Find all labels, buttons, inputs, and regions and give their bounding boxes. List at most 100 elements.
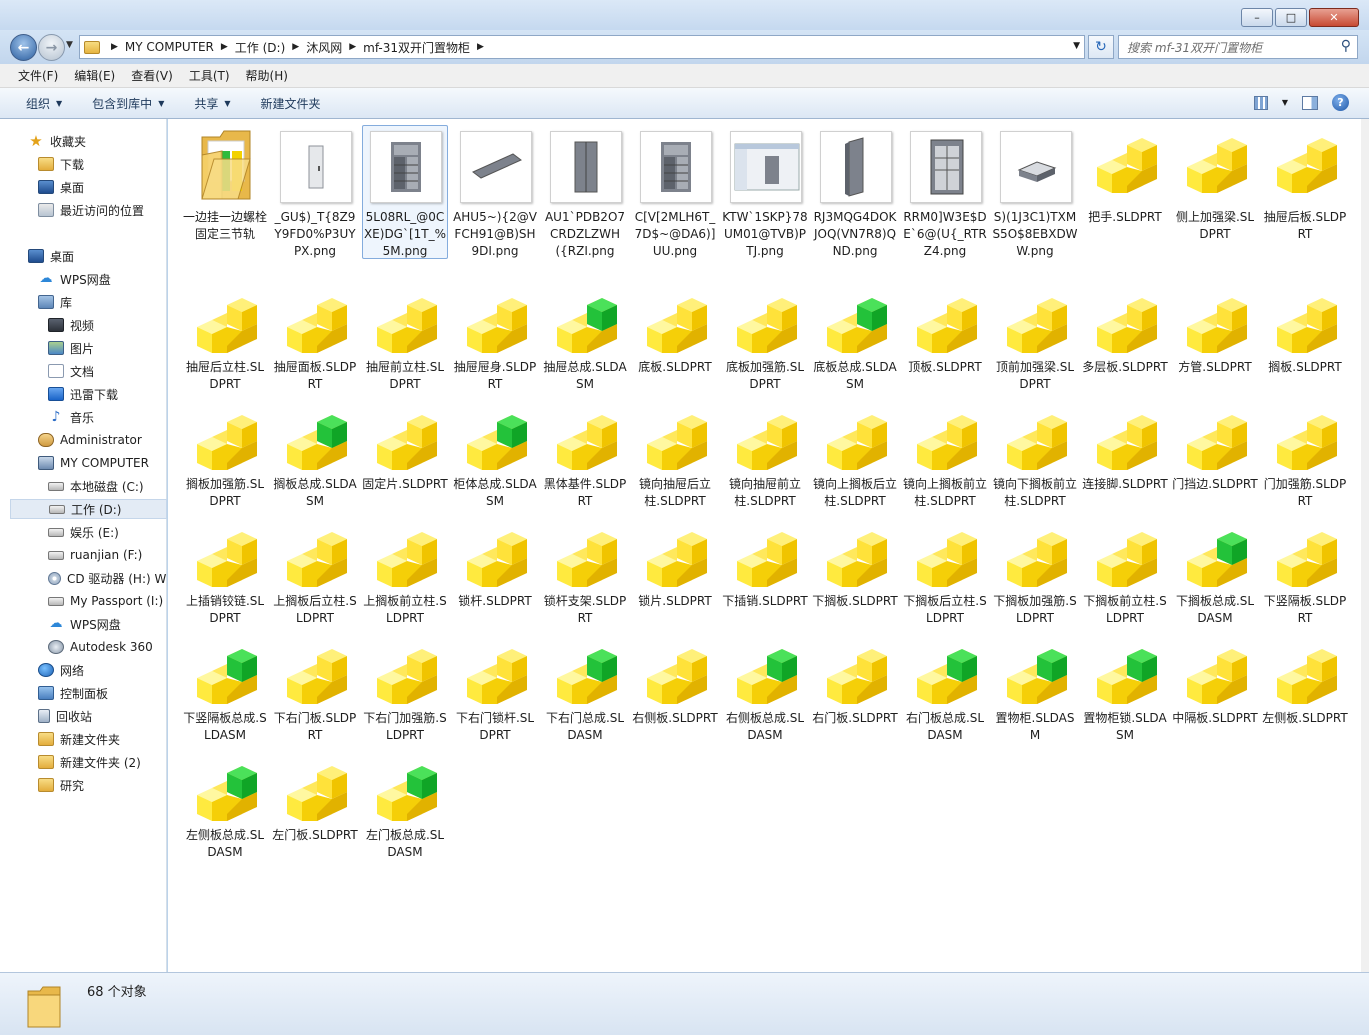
file-item[interactable]: 左侧板总成.SLDASM — [180, 755, 270, 861]
share-button[interactable]: 共享 ▼ — [194, 95, 230, 112]
file-item[interactable]: 下竖隔板.SLDPRT — [1260, 521, 1350, 627]
file-item[interactable]: 黑体基件.SLDPRT — [540, 404, 630, 510]
file-item[interactable]: 下搁板前立柱.SLDPRT — [1080, 521, 1170, 627]
breadcrumb-item[interactable]: 工作 (D:) ▶ — [235, 39, 306, 56]
file-item[interactable]: 锁片.SLDPRT — [630, 521, 720, 610]
view-options-dropdown[interactable]: ▼ — [1282, 98, 1288, 107]
search-icon[interactable]: ⚲ — [1341, 38, 1351, 54]
file-item[interactable]: 抽屉屉身.SLDPRT — [450, 287, 540, 393]
folder-item[interactable]: 一边挂一边螺栓固定三节轨 — [180, 127, 270, 243]
nav-item[interactable]: 研究 — [28, 775, 167, 795]
close-button[interactable]: ✕ — [1309, 8, 1359, 27]
file-item[interactable]: S)(1J3C1)TXMS5O$8EBXDWW.png — [990, 127, 1080, 260]
file-item[interactable]: 右侧板总成.SLDASM — [720, 638, 810, 744]
breadcrumb-chevron-icon[interactable]: ▶ — [221, 42, 228, 52]
file-item[interactable]: C[V[2MLH6T_7D$~@DA6)]UU.png — [630, 127, 720, 260]
file-item[interactable]: 多层板.SLDPRT — [1080, 287, 1170, 376]
file-item[interactable]: 置物柜.SLDASM — [990, 638, 1080, 744]
file-item[interactable]: 侧上加强梁.SLDPRT — [1170, 127, 1260, 243]
breadcrumb-chevron-icon[interactable]: ▶ — [111, 42, 118, 52]
file-item[interactable]: 把手.SLDPRT — [1080, 127, 1170, 226]
nav-item[interactable]: CD 驱动器 (H:) W — [38, 568, 167, 588]
nav-item[interactable]: 桌面 — [28, 177, 167, 197]
breadcrumb-item[interactable]: mf-31双开门置物柜 ▶ — [363, 39, 491, 56]
file-item[interactable]: 顶前加强梁.SLDPRT — [990, 287, 1080, 393]
file-item[interactable]: 底板加强筋.SLDPRT — [720, 287, 810, 393]
menu-help[interactable]: 帮助(H) — [246, 67, 288, 84]
help-icon[interactable]: ? — [1332, 94, 1349, 111]
file-item[interactable]: 上插销铰链.SLDPRT — [180, 521, 270, 627]
change-view-icon[interactable] — [1253, 95, 1268, 110]
file-item[interactable]: KTW`1SKP}78UM01@TVB)PTJ.png — [720, 127, 810, 260]
refresh-button[interactable]: ↻ — [1088, 35, 1114, 59]
preview-pane-icon[interactable] — [1302, 95, 1318, 110]
file-item[interactable]: AU1`PDB2O7CRDZLZWH({RZI.png — [540, 127, 630, 260]
nav-item[interactable]: 桌面 — [18, 246, 167, 266]
file-item[interactable]: 中隔板.SLDPRT — [1170, 638, 1260, 727]
vertical-scrollbar[interactable] — [1361, 119, 1369, 972]
file-item[interactable]: 下右门总成.SLDASM — [540, 638, 630, 744]
nav-item[interactable]: Autodesk 360 — [38, 637, 167, 657]
breadcrumb-chevron-icon[interactable]: ▶ — [349, 42, 356, 52]
file-item[interactable]: 左侧板.SLDPRT — [1260, 638, 1350, 727]
search-input[interactable]: 搜索 mf-31双开门置物柜 ⚲ — [1118, 35, 1358, 59]
file-item[interactable]: 锁杆支架.SLDPRT — [540, 521, 630, 627]
nav-item[interactable]: ♪ 音乐 — [38, 407, 167, 427]
breadcrumb-chevron-icon[interactable]: ▶ — [292, 42, 299, 52]
breadcrumb-item[interactable]: MY COMPUTER ▶ — [125, 40, 235, 54]
file-item[interactable]: 下插销.SLDPRT — [720, 521, 810, 610]
file-item[interactable]: 底板总成.SLDASM — [810, 287, 900, 393]
nav-item[interactable]: 控制面板 — [28, 683, 167, 703]
breadcrumb-item[interactable]: 沐风网 ▶ — [306, 39, 363, 56]
file-item[interactable]: 镜向上搁板前立柱.SLDPRT — [900, 404, 990, 510]
file-item[interactable]: 方管.SLDPRT — [1170, 287, 1260, 376]
file-item[interactable]: 底板.SLDPRT — [630, 287, 720, 376]
nav-item[interactable]: 文档 — [38, 361, 167, 381]
file-item[interactable]: 上搁板后立柱.SLDPRT — [270, 521, 360, 627]
recent-pages-dropdown[interactable]: ▼ — [66, 40, 73, 50]
nav-item[interactable]: ☁ WPS网盘 — [38, 614, 167, 634]
file-item[interactable]: 置物柜锁.SLDASM — [1080, 638, 1170, 744]
menu-edit[interactable]: 编辑(E) — [74, 67, 115, 84]
nav-item[interactable]: 娱乐 (E:) — [38, 522, 167, 542]
nav-item[interactable]: Administrator — [28, 430, 167, 450]
file-item[interactable]: 抽屉后板.SLDPRT — [1260, 127, 1350, 243]
file-item[interactable]: 右门板.SLDPRT — [810, 638, 900, 727]
nav-item[interactable]: 下载 — [28, 154, 167, 174]
file-item[interactable]: 镜向抽屉前立柱.SLDPRT — [720, 404, 810, 510]
nav-item[interactable]: 迅雷下载 — [38, 384, 167, 404]
nav-item[interactable]: My Passport (I:) — [38, 591, 167, 611]
file-item[interactable]: 下右门加强筋.SLDPRT — [360, 638, 450, 744]
file-item[interactable]: _GU$)_T{8Z9Y9FD0%P3UYPX.png — [270, 127, 360, 260]
nav-item[interactable]: ruanjian (F:) — [38, 545, 167, 565]
address-history-dropdown[interactable]: ▼ — [1073, 41, 1080, 51]
nav-item[interactable]: 图片 — [38, 338, 167, 358]
breadcrumb-chevron-icon[interactable]: ▶ — [477, 42, 484, 52]
file-item[interactable]: 镜向上搁板后立柱.SLDPRT — [810, 404, 900, 510]
nav-item[interactable]: 本地磁盘 (C:) — [38, 476, 167, 496]
file-item[interactable]: 门挡边.SLDPRT — [1170, 404, 1260, 493]
nav-item[interactable]: 新建文件夹 — [28, 729, 167, 749]
nav-item[interactable]: MY COMPUTER — [28, 453, 167, 473]
file-item[interactable]: 左门板总成.SLDASM — [360, 755, 450, 861]
file-item[interactable]: 固定片.SLDPRT — [360, 404, 450, 493]
file-item[interactable]: 下搁板加强筋.SLDPRT — [990, 521, 1080, 627]
file-item[interactable]: 柜体总成.SLDASM — [450, 404, 540, 510]
file-item[interactable]: 抽屉后立柱.SLDPRT — [180, 287, 270, 393]
address-bar[interactable]: ▶ MY COMPUTER ▶ 工作 (D:) ▶ 沐风网 ▶ mf-31双开门置物柜… — [79, 35, 1085, 59]
nav-item[interactable]: 工作 (D:) — [10, 499, 167, 519]
file-item[interactable]: 顶板.SLDPRT — [900, 287, 990, 376]
nav-item[interactable]: 新建文件夹 (2) — [28, 752, 167, 772]
file-item[interactable]: 连接脚.SLDPRT — [1080, 404, 1170, 493]
file-item[interactable]: RRM0]W3E$DE`6@(U{_RTRZ4.png — [900, 127, 990, 260]
file-item[interactable]: 右门板总成.SLDASM — [900, 638, 990, 744]
file-item[interactable]: RJ3MQG4DOKJOQ(VN7R8)QND.png — [810, 127, 900, 260]
menu-tools[interactable]: 工具(T) — [189, 67, 230, 84]
file-item[interactable]: 搁板总成.SLDASM — [270, 404, 360, 510]
file-item[interactable]: 上搁板前立柱.SLDPRT — [360, 521, 450, 627]
file-item[interactable]: 锁杆.SLDPRT — [450, 521, 540, 610]
file-item[interactable]: 下搁板后立柱.SLDPRT — [900, 521, 990, 627]
file-item[interactable]: AHU5~){2@VFCH91@B)SH9DI.png — [450, 127, 540, 260]
file-item[interactable]: 5L08RL_@0CXE)DG`[1T_%5M.png — [360, 127, 450, 260]
nav-item[interactable]: ☁ WPS网盘 — [28, 269, 167, 289]
